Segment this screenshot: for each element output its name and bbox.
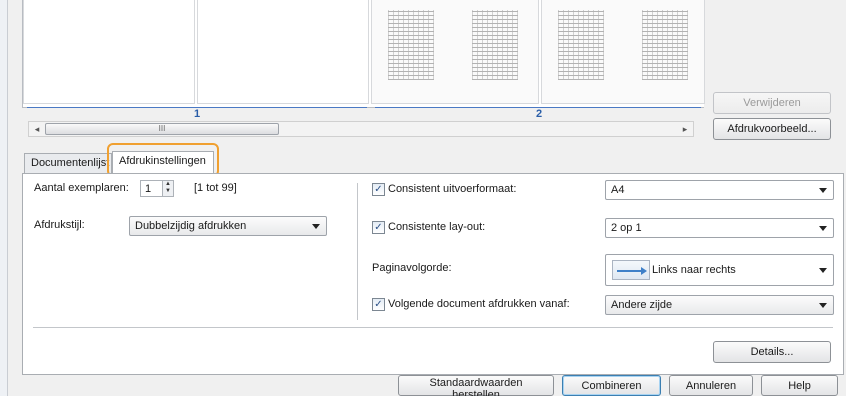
- layout-value: 2 op 1: [611, 222, 642, 234]
- next-document-checkbox[interactable]: ✓: [372, 298, 385, 311]
- page-content-thumbnail: [472, 10, 518, 80]
- preview-page: [23, 0, 195, 104]
- chevron-down-icon: [819, 226, 827, 231]
- help-button[interactable]: Help: [761, 375, 838, 396]
- consistent-size-label: Consistent uitvoerformaat:: [388, 183, 517, 195]
- copies-range: [1 tot 99]: [194, 182, 237, 194]
- scrollbar-thumb[interactable]: III: [45, 123, 279, 135]
- copies-stepper[interactable]: 1 ▲ ▼: [140, 180, 174, 197]
- tab-document-list[interactable]: Documentenlijst: [24, 153, 112, 173]
- preview-page: [541, 0, 705, 104]
- output-size-value: A4: [611, 184, 625, 196]
- preview-page: [371, 0, 539, 104]
- next-document-select[interactable]: Andere zijde: [605, 295, 834, 315]
- consistent-size-checkbox[interactable]: ✓: [372, 183, 385, 196]
- copies-label: Aantal exemplaren:: [34, 182, 129, 194]
- output-size-select[interactable]: A4: [605, 180, 834, 200]
- panel-divider: [33, 327, 833, 328]
- column-divider: [357, 183, 358, 320]
- print-style-label: Afdrukstijl:: [34, 219, 85, 231]
- scroll-left-arrow-icon[interactable]: ◂: [29, 122, 45, 136]
- next-document-label: Volgende document afdrukken vanaf:: [388, 298, 570, 310]
- sheet-bracket: [27, 98, 367, 108]
- window-left-edge: [0, 0, 8, 405]
- details-button[interactable]: Details...: [713, 341, 831, 363]
- layout-select[interactable]: 2 op 1: [605, 218, 834, 238]
- print-style-select[interactable]: Dubbelzijdig afdrukken: [129, 216, 327, 236]
- page-order-value: Links naar rechts: [652, 264, 736, 276]
- chevron-down-icon: [819, 188, 827, 193]
- page-content-thumbnail: [642, 10, 688, 80]
- chevron-down-icon: [819, 303, 827, 308]
- print-style-value: Dubbelzijdig afdrukken: [135, 220, 247, 232]
- chevron-down-icon: [819, 268, 827, 273]
- combine-button[interactable]: Combineren: [562, 375, 661, 396]
- page-content-thumbnail: [388, 10, 434, 80]
- left-to-right-arrow-icon: [612, 260, 650, 280]
- window-bottom-edge: [0, 396, 846, 405]
- consistent-layout-checkbox[interactable]: ✓: [372, 221, 385, 234]
- preview-page: [197, 0, 369, 104]
- preview-scrollbar[interactable]: ◂ III ▸: [28, 121, 694, 137]
- spin-arrows-icon[interactable]: ▲ ▼: [162, 181, 173, 196]
- sheet-bracket: [375, 98, 701, 108]
- restore-defaults-button[interactable]: Standaardwaarden herstellen: [398, 375, 554, 401]
- page-order-select[interactable]: Links naar rechts: [605, 254, 834, 286]
- print-preview-button[interactable]: Afdrukvoorbeeld...: [713, 118, 831, 140]
- remove-button[interactable]: Verwijderen: [713, 92, 831, 114]
- next-document-value: Andere zijde: [611, 299, 673, 311]
- page-content-thumbnail: [558, 10, 604, 80]
- sheet-number: 1: [194, 108, 201, 120]
- consistent-layout-label: Consistente lay-out:: [388, 221, 486, 233]
- sheet-number: 2: [536, 108, 543, 120]
- print-preview-area: [22, 0, 705, 108]
- page-order-label: Paginavolgorde:: [372, 262, 452, 274]
- tab-highlight-callout: [107, 143, 219, 177]
- copies-value: 1: [145, 183, 152, 195]
- cancel-button[interactable]: Annuleren: [669, 375, 753, 396]
- chevron-down-icon: [312, 224, 320, 229]
- scroll-right-arrow-icon[interactable]: ▸: [677, 122, 693, 136]
